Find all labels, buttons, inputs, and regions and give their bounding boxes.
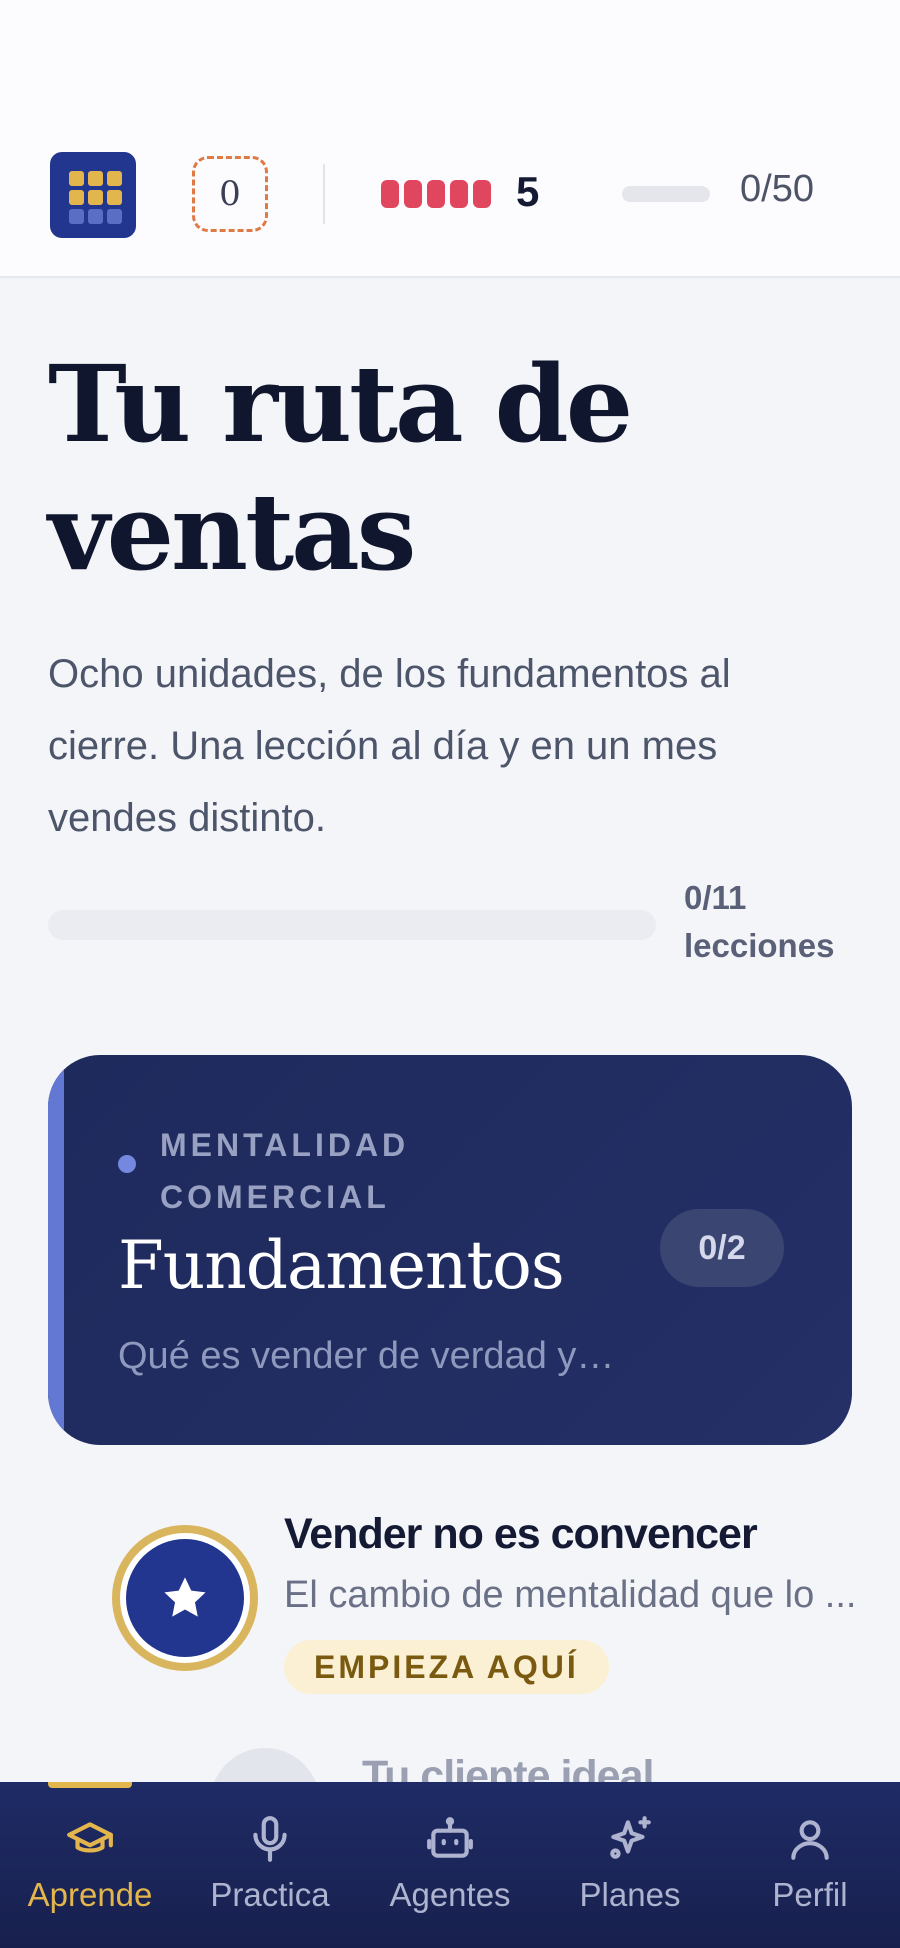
nav-item-practica[interactable]: Practica	[180, 1782, 360, 1948]
unit-card-accent	[48, 1055, 64, 1445]
unit-dot-icon	[118, 1155, 136, 1173]
unit-kicker: MENTALIDAD COMERCIAL	[160, 1127, 410, 1215]
lesson-title[interactable]: Vender no es convencer	[284, 1510, 758, 1559]
nav-label: Practica	[210, 1876, 330, 1913]
start-here-badge: EMPIEZA AQUÍ	[284, 1640, 609, 1694]
lesson-node[interactable]	[112, 1525, 258, 1671]
nav-item-aprende[interactable]: Aprende	[0, 1782, 180, 1948]
nav-label: Agentes	[389, 1876, 511, 1913]
nav-label: Aprende	[27, 1876, 153, 1913]
lesson-description: El cambio de mentalidad que lo ...	[284, 1574, 857, 1616]
unit-card[interactable]: MENTALIDAD COMERCIAL Fundamentos Qué es …	[48, 1055, 852, 1445]
nav-label: Planes	[579, 1876, 681, 1913]
course-progress-bar	[48, 910, 656, 940]
star-icon	[164, 1577, 206, 1617]
user-icon	[791, 1820, 829, 1860]
nav-label: Perfil	[772, 1876, 848, 1913]
xp-progress-bar	[622, 186, 710, 202]
page-title: Tu ruta de ventas	[48, 341, 633, 594]
page-subtitle: Ocho unidades, de los fundamentos al cie…	[48, 652, 731, 840]
streak-counter[interactable]: 0	[192, 156, 268, 232]
robot-icon	[427, 1817, 473, 1858]
lives-icon	[381, 180, 491, 208]
lives-count: 5	[516, 168, 540, 215]
app-logo-icon[interactable]	[50, 152, 136, 238]
unit-description: Qué es vender de verdad y…	[118, 1335, 615, 1377]
top-bar: 0 5 0/50	[0, 0, 900, 278]
microphone-icon	[253, 1816, 287, 1862]
header-divider	[323, 164, 325, 224]
course-progress-label: 0/11 lecciones	[684, 879, 835, 964]
nav-item-agentes[interactable]: Agentes	[360, 1782, 540, 1948]
sparkles-icon	[610, 1816, 651, 1859]
graduation-cap-icon	[67, 1822, 113, 1853]
unit-title: Fundamentos	[118, 1227, 565, 1304]
xp-progress-label: 0/50	[740, 168, 814, 210]
nav-item-planes[interactable]: Planes	[540, 1782, 720, 1948]
bottom-nav: Aprende Practica Agentes Planes Perfil	[0, 1782, 900, 1948]
nav-item-perfil[interactable]: Perfil	[720, 1782, 900, 1948]
unit-progress-badge: 0/2	[660, 1209, 784, 1287]
